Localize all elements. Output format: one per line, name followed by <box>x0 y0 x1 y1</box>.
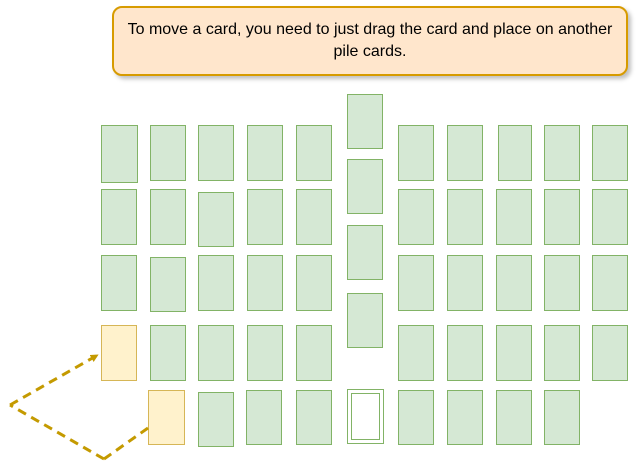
drag-arrow-lower <box>103 426 149 461</box>
drag-arrow-middle <box>9 403 105 461</box>
drag-arrow-path <box>9 354 149 461</box>
drag-arrow-upper <box>9 354 99 407</box>
